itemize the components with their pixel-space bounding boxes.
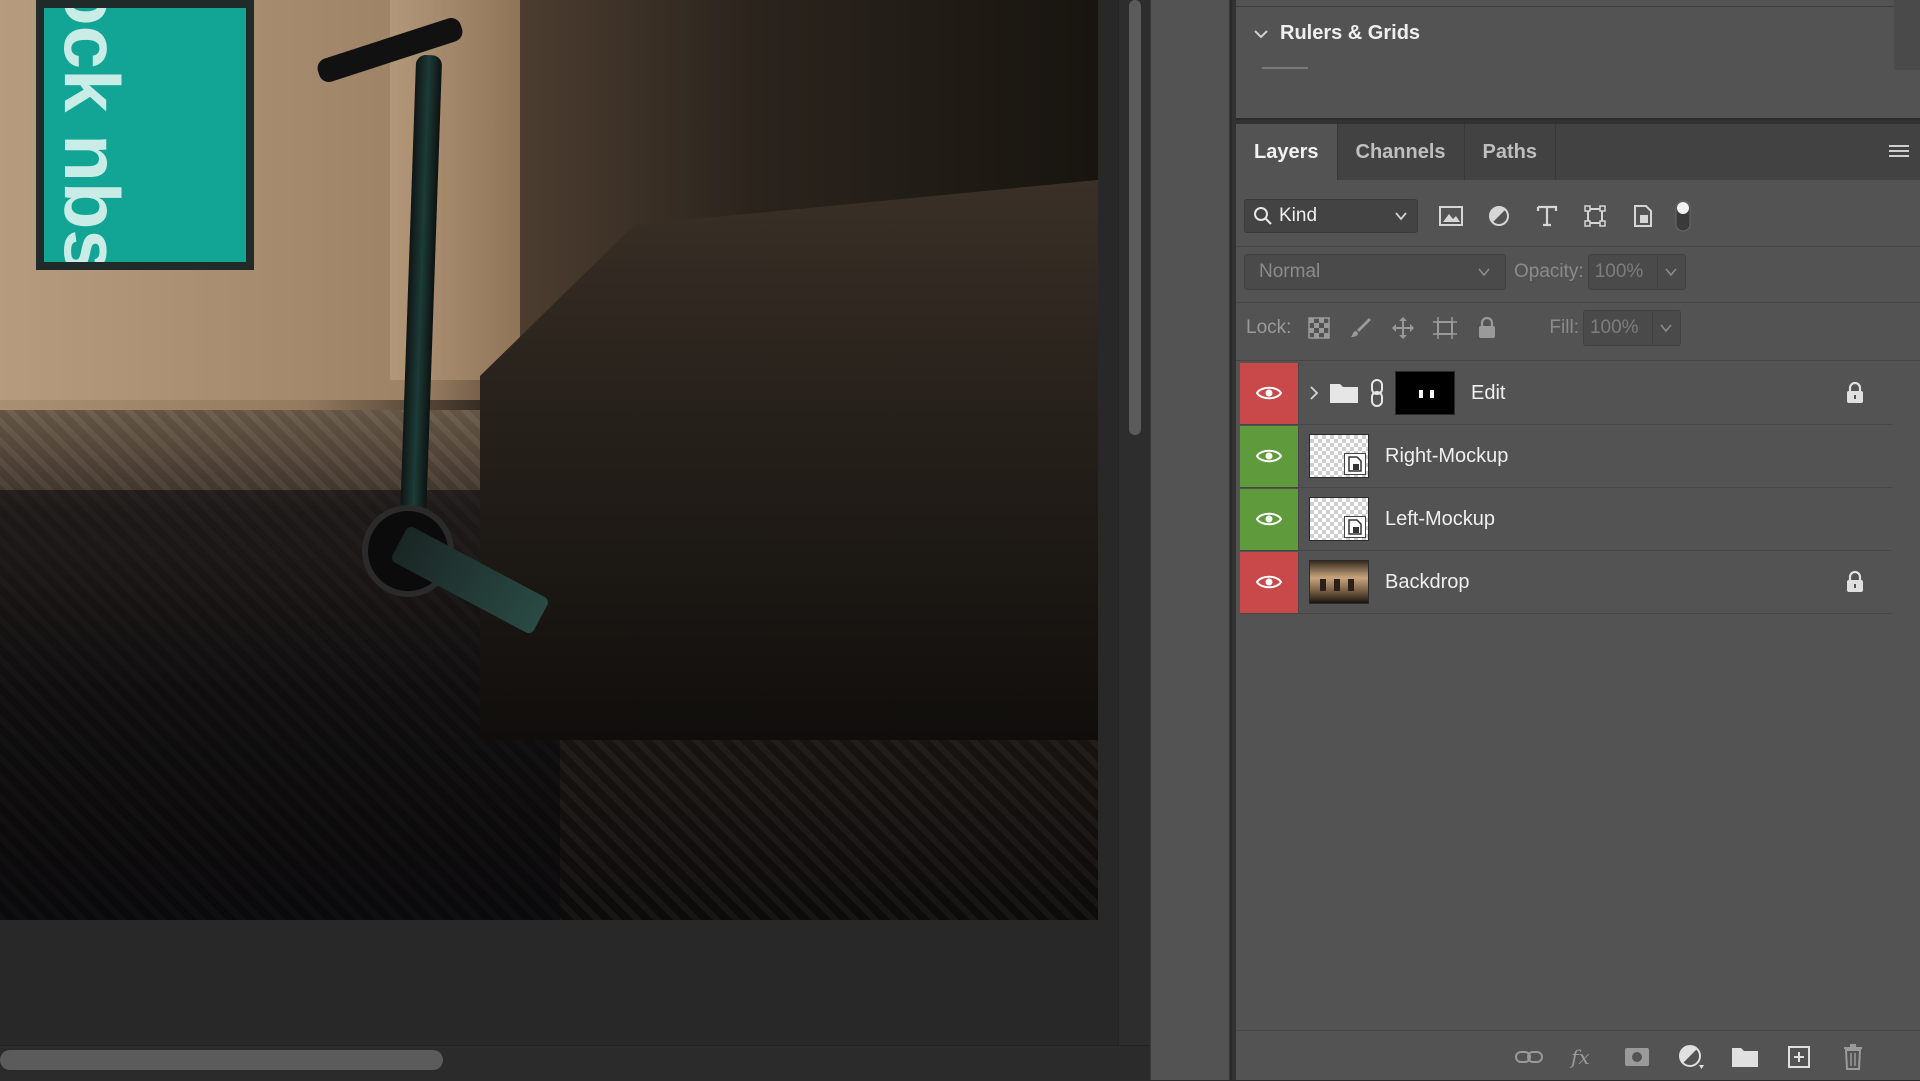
layer-thumbnail[interactable] (1309, 497, 1369, 541)
layer-row-edit[interactable]: Edit (1240, 362, 1892, 425)
chevron-down-icon (1478, 268, 1490, 277)
shape-filter-icon[interactable] (1580, 201, 1610, 231)
blend-mode-dropdown[interactable]: Normal (1244, 254, 1506, 290)
tab-channels[interactable]: Channels (1338, 124, 1465, 180)
delete-layer-icon[interactable] (1838, 1043, 1868, 1071)
layers-panel: Layers Channels Paths Kind Normal Opacit… (1236, 124, 1920, 1080)
layers-bottom-toolbar: fx (1236, 1030, 1920, 1080)
layer-thumbnail[interactable] (1309, 560, 1369, 604)
rulers-grids-header[interactable]: Rulers & Grids (1252, 22, 1420, 45)
lock-all-icon[interactable] (1473, 314, 1501, 342)
layer-visibility-toggle[interactable] (1240, 362, 1299, 424)
eye-icon (1256, 575, 1282, 589)
chevron-right-icon[interactable] (1307, 384, 1321, 402)
fill-label: Fill: (1549, 317, 1579, 338)
layer-name[interactable]: Right-Mockup (1385, 445, 1508, 468)
chevron-down-icon (1660, 324, 1673, 333)
eye-icon (1256, 386, 1282, 400)
lock-icon (1847, 570, 1863, 592)
vertical-scrollbar[interactable] (1118, 0, 1151, 1045)
rulers-panel-scrollbar[interactable] (1894, 0, 1920, 70)
image-filter-icon[interactable] (1436, 201, 1466, 231)
layer-visibility-toggle[interactable] (1240, 425, 1299, 487)
horizontal-scrollbar[interactable] (0, 1045, 1150, 1081)
add-mask-icon[interactable] (1622, 1043, 1652, 1071)
fx-icon[interactable]: fx (1568, 1043, 1598, 1071)
vertical-scroll-thumb[interactable] (1129, 0, 1141, 435)
lock-fill-row: Lock: Fill: 100% (1246, 310, 1681, 346)
filter-toggle-switch[interactable] (1674, 199, 1692, 233)
lock-image-pixels-brush-icon[interactable] (1347, 314, 1375, 342)
layer-name[interactable]: Left-Mockup (1385, 508, 1495, 531)
filter-kind-label: Kind (1279, 205, 1318, 226)
layers-list: Edit Right-Mockup Left-Mockup Backdrop (1240, 362, 1892, 614)
layer-visibility-toggle[interactable] (1240, 551, 1299, 613)
eye-icon (1256, 449, 1282, 463)
canvas-photo[interactable]: ock nbs locs (0, 0, 1098, 920)
photo-shadow (0, 490, 560, 920)
layers-tab-bar: Layers Channels Paths (1236, 124, 1920, 180)
panel-gutter (1150, 0, 1230, 1080)
photo-poster: ock nbs locs (36, 0, 254, 270)
blend-opacity-row: Normal Opacity: 100% (1244, 254, 1686, 290)
fill-field[interactable]: 100% (1582, 310, 1653, 346)
layer-row-right-mockup[interactable]: Right-Mockup (1240, 425, 1892, 488)
adjustment-layer-icon[interactable] (1676, 1043, 1706, 1071)
lock-icon (1847, 381, 1863, 403)
eye-icon (1256, 512, 1282, 526)
layer-mask-thumbnail[interactable] (1395, 371, 1455, 415)
layer-filter-row: Kind (1244, 198, 1692, 234)
link-layers-icon[interactable] (1514, 1043, 1544, 1071)
poster-text: ock nbs locs (48, 8, 136, 262)
svg-text:fx: fx (1569, 1045, 1590, 1069)
rulers-grids-panel: Rulers & Grids (1236, 0, 1920, 120)
layer-name[interactable]: Backdrop (1385, 571, 1470, 594)
opacity-field[interactable]: 100% (1587, 254, 1658, 290)
lock-artboard-icon[interactable] (1431, 314, 1459, 342)
chevron-down-icon[interactable] (1252, 25, 1270, 43)
panel-menu-icon[interactable] (1888, 142, 1910, 162)
tab-paths[interactable]: Paths (1465, 124, 1556, 180)
rulers-grids-title: Rulers & Grids (1280, 22, 1421, 44)
blend-mode-value: Normal (1259, 261, 1321, 282)
layer-thumbnail[interactable] (1309, 434, 1369, 478)
horizontal-scroll-thumb[interactable] (0, 1050, 443, 1070)
document-canvas[interactable]: ock nbs locs (0, 0, 1118, 1045)
type-filter-icon[interactable] (1532, 201, 1562, 231)
new-layer-icon[interactable] (1784, 1043, 1814, 1071)
opacity-label: Opacity: (1514, 261, 1584, 282)
adjustment-filter-icon[interactable] (1484, 201, 1514, 231)
new-group-folder-icon[interactable] (1730, 1043, 1760, 1071)
filter-kind-dropdown[interactable]: Kind (1244, 199, 1418, 233)
layer-visibility-toggle[interactable] (1240, 488, 1299, 550)
tab-layers[interactable]: Layers (1236, 124, 1338, 180)
layer-row-left-mockup[interactable]: Left-Mockup (1240, 488, 1892, 551)
layer-row-backdrop[interactable]: Backdrop (1240, 551, 1892, 614)
lock-position-move-icon[interactable] (1389, 314, 1417, 342)
layer-name[interactable]: Edit (1471, 382, 1505, 405)
search-icon (1254, 207, 1272, 225)
fill-dropdown-button[interactable] (1652, 310, 1681, 346)
folder-icon (1330, 384, 1358, 403)
opacity-dropdown-button[interactable] (1657, 254, 1686, 290)
chevron-down-icon (1395, 212, 1407, 221)
lock-transparent-pixels-icon[interactable] (1305, 314, 1333, 342)
lock-label: Lock: (1246, 317, 1292, 338)
smart-object-icon (1344, 453, 1366, 475)
chevron-down-icon (1665, 268, 1677, 277)
smart-object-icon (1344, 516, 1366, 538)
smart-object-filter-icon[interactable] (1628, 201, 1658, 231)
link-icon[interactable] (1367, 378, 1387, 408)
right-panels: Rulers & Grids Layers Channels Paths Kin… (1232, 0, 1920, 1080)
